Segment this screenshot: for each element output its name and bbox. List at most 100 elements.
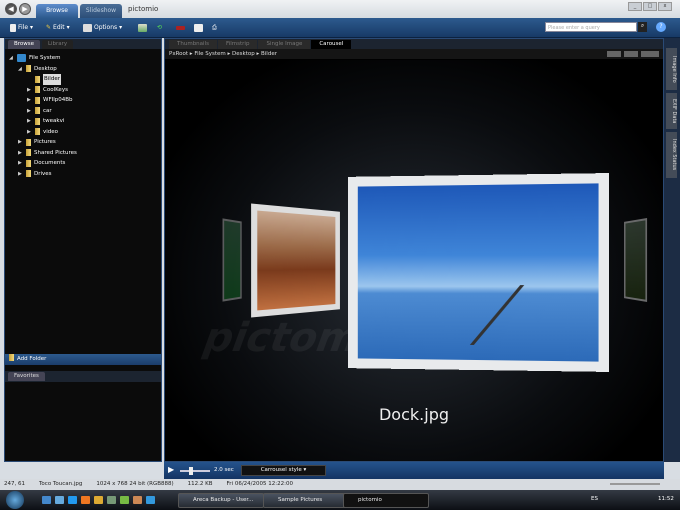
tree-item[interactable]: ▶ video (9, 127, 161, 138)
tab-image-info[interactable]: Image Info (666, 48, 677, 90)
expand-arrow-icon[interactable]: ▶ (27, 95, 32, 106)
carousel-image-right[interactable] (624, 217, 648, 303)
tree-item[interactable]: ◢ Desktop (9, 64, 161, 75)
search-icon[interactable]: ⌕ (638, 22, 647, 32)
tab-slideshow[interactable]: Slideshow (80, 4, 122, 18)
help-icon[interactable]: ? (656, 22, 666, 32)
folder-tree: ◢ File System ◢ Desktop Bilder ▶ CoolKeys ▶ WFIl… (5, 49, 161, 179)
language-indicator[interactable]: ES (591, 496, 598, 502)
tab-exif-data[interactable]: EXIF Data (666, 93, 677, 129)
expand-arrow-icon[interactable]: ▶ (18, 148, 23, 159)
folder-icon (35, 96, 40, 104)
interval-value: 2.0 sec (214, 467, 234, 473)
tab-library[interactable]: Library (41, 40, 74, 49)
expand-arrow-icon[interactable]: ▶ (18, 169, 23, 180)
expand-arrow-icon[interactable]: ▶ (18, 158, 23, 169)
tab-index-status[interactable]: Index Status (666, 132, 677, 178)
carousel-image-left-far[interactable] (222, 218, 242, 302)
tree-item[interactable]: ▶ Pictures (9, 137, 161, 148)
image-caption: Dock.jpg (378, 405, 449, 424)
style-dropdown[interactable]: Carrousel style ▾ (241, 465, 326, 476)
tab-favorites[interactable]: Favorites (8, 372, 45, 381)
import-button[interactable] (138, 22, 147, 34)
tree-item-label: File System (29, 55, 61, 61)
font-size-button[interactable] (641, 51, 659, 57)
tree-item[interactable]: ▶ Shared Pictures (9, 148, 161, 159)
breadcrumb-item[interactable]: PxRoot (169, 51, 188, 57)
expand-arrow-icon[interactable]: ◢ (9, 53, 14, 64)
tree-item-label: Documents (34, 160, 66, 166)
main-view: Thumbnails Filmstrip Single Image Carousel … (164, 38, 664, 462)
tree-item[interactable]: ▶ Documents (9, 158, 161, 169)
folder-icon (26, 170, 31, 178)
carousel-image-dock[interactable] (348, 173, 609, 372)
forward-button[interactable]: ▶ (19, 3, 31, 15)
expand-arrow-icon[interactable]: ◢ (18, 64, 23, 75)
ie-icon[interactable] (68, 496, 77, 504)
view-tab[interactable]: Single Image (258, 40, 311, 49)
folder-icon (35, 86, 40, 94)
zoom-slider[interactable] (610, 483, 660, 485)
expand-arrow-icon[interactable]: ▶ (27, 116, 32, 127)
task-pictomio[interactable]: pictomio (343, 493, 429, 508)
app-icon[interactable] (107, 496, 116, 504)
tree-item[interactable]: ▶ Drives (9, 169, 161, 180)
edit-menu[interactable]: ✎ Edit ▾ (46, 22, 70, 34)
tree-item[interactable]: ▶ car (9, 106, 161, 117)
breadcrumb-item[interactable]: Desktop (232, 51, 255, 57)
maximize-button[interactable]: □ (643, 2, 657, 11)
expand-arrow-icon[interactable]: ▶ (27, 127, 32, 138)
expand-arrow-icon[interactable]: ▶ (27, 85, 32, 96)
edit-label: Edit (53, 24, 65, 31)
status-bar: 247, 61 Toco Toucan.jpg 1024 x 768 24 bi… (0, 479, 680, 490)
sort-button[interactable] (607, 51, 621, 57)
view-tab[interactable]: Thumbnails (169, 40, 217, 49)
tab-browse[interactable]: Browse (36, 4, 78, 18)
explorer-icon[interactable] (55, 496, 64, 504)
delete-icon (176, 26, 185, 30)
minimize-button[interactable]: _ (628, 2, 642, 11)
app-icon[interactable] (120, 496, 129, 504)
task-areca[interactable]: Areca Backup - User... (178, 493, 264, 508)
interval-slider[interactable] (180, 467, 210, 475)
playback-controls: ▶ 2.0 sec Carrousel style ▾ (164, 462, 664, 479)
tree-item[interactable]: ▶ WFIlp04Bb (9, 95, 161, 106)
expand-arrow-icon[interactable]: ▶ (27, 106, 32, 117)
breadcrumb-item[interactable]: Bilder (261, 51, 277, 57)
right-sidebar: Image Info EXIF Data Index Status (664, 38, 680, 462)
firefox-icon[interactable] (81, 496, 90, 504)
folder-icon (26, 149, 31, 157)
delete-button[interactable] (176, 22, 185, 34)
tree-item[interactable]: Bilder (9, 74, 161, 85)
back-button[interactable]: ◀ (5, 3, 17, 15)
breadcrumb-item[interactable]: File System (194, 51, 225, 57)
expand-arrow-icon[interactable]: ▶ (18, 137, 23, 148)
print-button[interactable]: ⎙ (212, 22, 217, 34)
desktop-icon[interactable] (42, 496, 51, 504)
email-button[interactable] (194, 22, 203, 34)
view-tab[interactable]: Carousel (311, 40, 352, 49)
search-input[interactable]: Please enter a query (545, 22, 637, 32)
carousel-image-monument[interactable] (251, 203, 340, 318)
folder-icon (26, 65, 31, 73)
tree-item[interactable]: ▶ tweakvi (9, 116, 161, 127)
filter-button[interactable] (624, 51, 638, 57)
tree-item[interactable]: ▶ CoolKeys (9, 85, 161, 96)
clock[interactable]: 11:52 (658, 496, 674, 502)
options-menu[interactable]: Options ▾ (83, 22, 122, 34)
add-folder-button[interactable]: Add Folder (5, 354, 161, 365)
start-button[interactable] (6, 491, 24, 509)
tree-item[interactable]: ◢ File System (9, 53, 161, 64)
tab-browse-panel[interactable]: Browse (8, 40, 41, 49)
file-menu[interactable]: File ▾ (10, 22, 33, 34)
view-tab[interactable]: Filmstrip (217, 40, 258, 49)
app-icon[interactable] (94, 496, 103, 504)
rotate-button[interactable]: ⟲ (157, 22, 162, 34)
import-icon (138, 24, 147, 32)
app-icon[interactable] (133, 496, 142, 504)
tree-item-label: CoolKeys (43, 86, 68, 93)
close-button[interactable]: x (658, 2, 672, 11)
app-icon[interactable] (146, 496, 155, 504)
play-button[interactable]: ▶ (168, 465, 174, 474)
task-sample-pictures[interactable]: Sample Pictures (263, 493, 349, 508)
